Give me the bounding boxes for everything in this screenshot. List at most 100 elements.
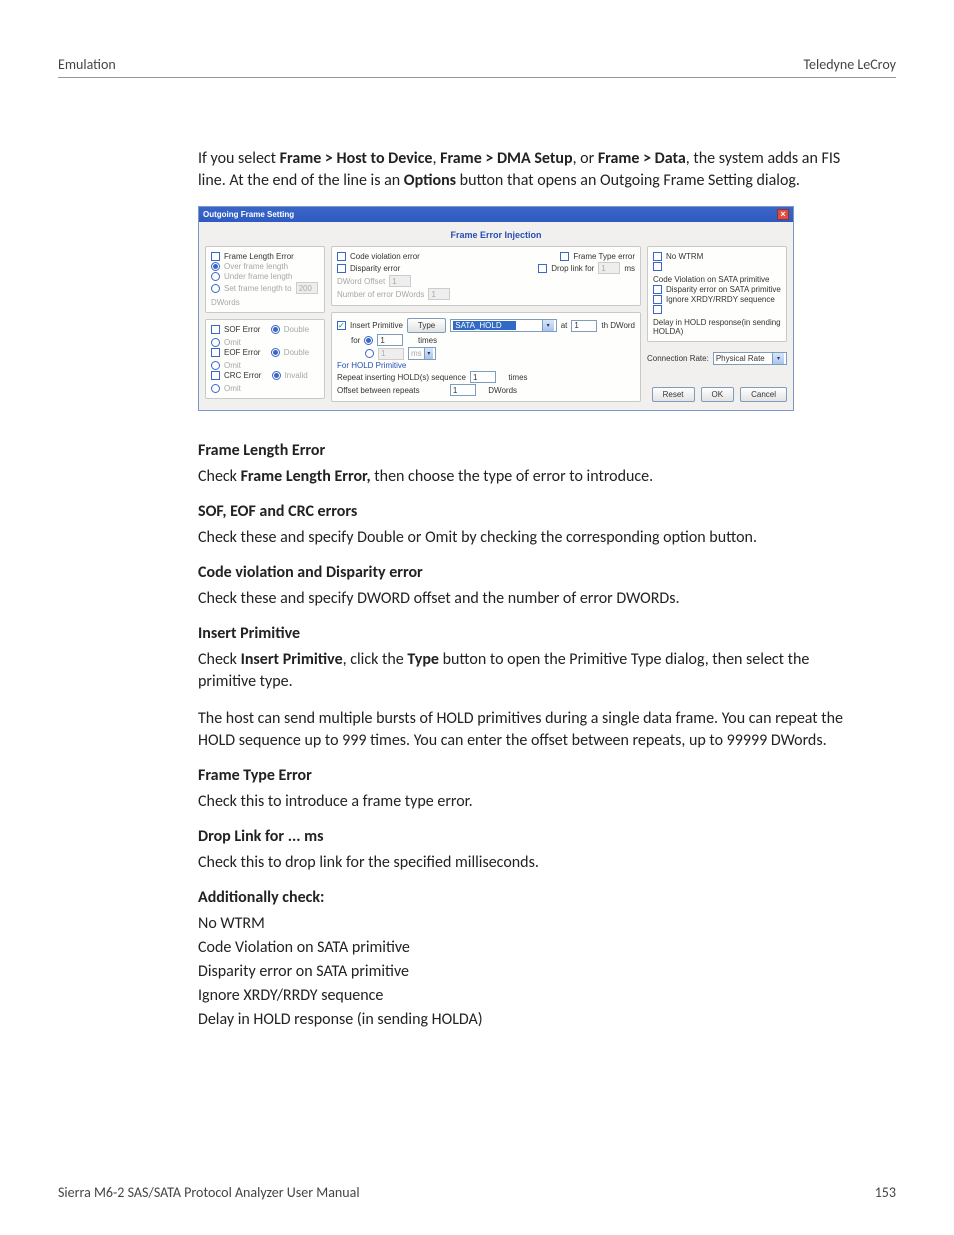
offset-dwords-label: DWords xyxy=(488,386,517,395)
reset-button[interactable]: Reset xyxy=(652,387,695,402)
disparity-error-checkbox[interactable] xyxy=(337,264,346,273)
no-wtrm-label: No WTRM xyxy=(666,252,703,261)
frame-length-error-paragraph: Check Frame Length Error, then choose th… xyxy=(198,466,856,488)
drop-link-heading: Drop Link for ... ms xyxy=(198,827,856,846)
ms-label: ms xyxy=(624,264,635,273)
frame-length-error-label: Frame Length Error xyxy=(224,252,294,261)
additionally-check-line-2: Code Violation on SATA primitive xyxy=(198,937,856,959)
frame-type-error-label: Frame Type error xyxy=(573,252,635,261)
sof-double-radio[interactable] xyxy=(271,325,280,334)
crc-invalid-radio[interactable] xyxy=(272,371,281,380)
ignore-xrdy-checkbox[interactable] xyxy=(653,295,662,304)
at-dword-input[interactable]: 1 xyxy=(571,320,597,332)
sof-omit-radio[interactable] xyxy=(211,338,220,347)
drop-link-label: Drop link for xyxy=(551,264,594,273)
crc-invalid-label: Invalid xyxy=(285,371,308,380)
for-ms-unit-dropdown[interactable]: ms▾ xyxy=(408,347,436,360)
delay-hold-label: Delay in HOLD response(in sending HOLDA) xyxy=(653,318,781,336)
dword-offset-input[interactable]: 1 xyxy=(389,275,411,287)
eof-error-checkbox[interactable] xyxy=(211,348,220,357)
delay-hold-checkbox[interactable] xyxy=(653,305,662,314)
eof-omit-radio[interactable] xyxy=(211,361,220,370)
crc-error-checkbox[interactable] xyxy=(211,371,220,380)
insert-primitive-paragraph-2: The host can send multiple bursts of HOL… xyxy=(198,708,856,752)
set-frame-length-label: Set frame length to xyxy=(224,284,292,293)
drop-link-checkbox[interactable] xyxy=(538,264,547,273)
for-hold-primitive-label: For HOLD Primitive xyxy=(337,361,406,370)
for-ms-radio[interactable] xyxy=(365,349,374,358)
crc-omit-radio[interactable] xyxy=(211,384,220,393)
insert-primitive-checkbox[interactable] xyxy=(337,321,346,330)
eof-double-radio[interactable] xyxy=(271,348,280,357)
frame-type-error-heading: Frame Type Error xyxy=(198,766,856,785)
sof-double-label: Double xyxy=(284,325,309,334)
header-right: Teledyne LeCroy xyxy=(803,56,896,73)
page-footer: Sierra M6-2 SAS/SATA Protocol Analyzer U… xyxy=(58,1184,896,1201)
primitive-type-value: SATA_HOLD xyxy=(453,321,515,330)
connection-rate-value: Physical Rate xyxy=(716,354,765,363)
additionally-check-heading: Additionally check: xyxy=(198,888,856,907)
frame-length-panel: Frame Length Error Over frame length Und… xyxy=(205,246,325,313)
footer-right: 153 xyxy=(875,1184,896,1201)
under-frame-length-radio[interactable] xyxy=(211,272,220,281)
header-left: Emulation xyxy=(58,56,116,73)
drop-link-ms-input[interactable]: 1 xyxy=(598,262,620,274)
page-header: Emulation Teledyne LeCroy xyxy=(58,56,896,78)
for-times-radio[interactable] xyxy=(364,336,373,345)
code-violation-sata-checkbox[interactable] xyxy=(653,262,662,271)
eof-error-label: EOF Error xyxy=(224,348,260,357)
over-frame-length-radio[interactable] xyxy=(211,262,220,271)
connection-rate-dropdown[interactable]: Physical Rate ▾ xyxy=(713,352,787,365)
offset-repeats-input[interactable]: 1 xyxy=(450,384,476,396)
additionally-check-line-3: Disparity error on SATA primitive xyxy=(198,961,856,983)
disparity-error-label: Disparity error xyxy=(350,264,400,273)
outgoing-frame-setting-dialog: Outgoing Frame Setting × Frame Error Inj… xyxy=(198,206,794,411)
close-icon[interactable]: × xyxy=(777,209,789,220)
insert-primitive-panel: Insert Primitive Type SATA_HOLD▾ at 1 th… xyxy=(331,312,641,402)
ok-button[interactable]: OK xyxy=(701,387,735,402)
code-violation-heading: Code violation and Disparity error xyxy=(198,563,856,582)
frame-type-error-checkbox[interactable] xyxy=(560,252,569,261)
no-wtrm-checkbox[interactable] xyxy=(653,252,662,261)
th-dword-label: th DWord xyxy=(601,321,635,330)
for-label: for xyxy=(351,336,360,345)
code-violation-paragraph: Check these and specify DWORD offset and… xyxy=(198,588,856,610)
frame-type-error-paragraph: Check this to introduce a frame type err… xyxy=(198,791,856,813)
crc-omit-label: Omit xyxy=(224,384,241,393)
dialog-title: Outgoing Frame Setting xyxy=(203,210,294,219)
code-disparity-panel: Code violation error Frame Type error Di… xyxy=(331,246,641,306)
dwords-label: DWords xyxy=(211,298,240,307)
code-violation-label: Code violation error xyxy=(350,252,420,261)
additionally-check-line-5: Delay in HOLD response (in sending HOLDA… xyxy=(198,1009,856,1031)
frame-length-error-heading: Frame Length Error xyxy=(198,441,856,460)
for-ms-input[interactable]: 1 xyxy=(378,348,404,360)
chevron-down-icon: ▾ xyxy=(542,320,554,331)
dword-offset-label: DWord Offset xyxy=(337,277,385,286)
dialog-subtitle: Frame Error Injection xyxy=(199,222,793,246)
additionally-check-line-1: No WTRM xyxy=(198,913,856,935)
for-times-input[interactable]: 1 xyxy=(377,334,403,346)
code-violation-sata-label: Code Violation on SATA primitive xyxy=(653,275,770,284)
disparity-sata-checkbox[interactable] xyxy=(653,285,662,294)
num-error-dwords-input[interactable]: 1 xyxy=(428,288,450,300)
num-error-dwords-label: Number of error DWords xyxy=(337,290,424,299)
over-frame-length-label: Over frame length xyxy=(224,262,288,271)
connection-rate-label: Connection Rate: xyxy=(647,354,709,363)
repeat-hold-input[interactable]: 1 xyxy=(470,371,496,383)
chevron-down-icon: ▾ xyxy=(772,353,784,364)
eof-double-label: Double xyxy=(284,348,309,357)
sof-error-checkbox[interactable] xyxy=(211,325,220,334)
primitive-type-dropdown[interactable]: SATA_HOLD ▾ xyxy=(450,319,556,332)
code-violation-checkbox[interactable] xyxy=(337,252,346,261)
cancel-button[interactable]: Cancel xyxy=(740,387,787,402)
frame-length-error-checkbox[interactable] xyxy=(211,252,220,261)
sof-eof-crc-panel: SOF Error Double Omit EOF Error Double O… xyxy=(205,319,325,399)
eof-omit-label: Omit xyxy=(224,361,241,370)
type-button[interactable]: Type xyxy=(407,318,446,333)
sof-eof-crc-heading: SOF, EOF and CRC errors xyxy=(198,502,856,521)
repeat-hold-label: Repeat inserting HOLD(s) sequence xyxy=(337,373,466,382)
set-frame-length-radio[interactable] xyxy=(211,284,220,293)
additionally-check-line-4: Ignore XRDY/RRDY sequence xyxy=(198,985,856,1007)
set-frame-length-input[interactable]: 200 xyxy=(296,282,318,294)
insert-primitive-paragraph-1: Check Insert Primitive, click the Type b… xyxy=(198,649,856,693)
